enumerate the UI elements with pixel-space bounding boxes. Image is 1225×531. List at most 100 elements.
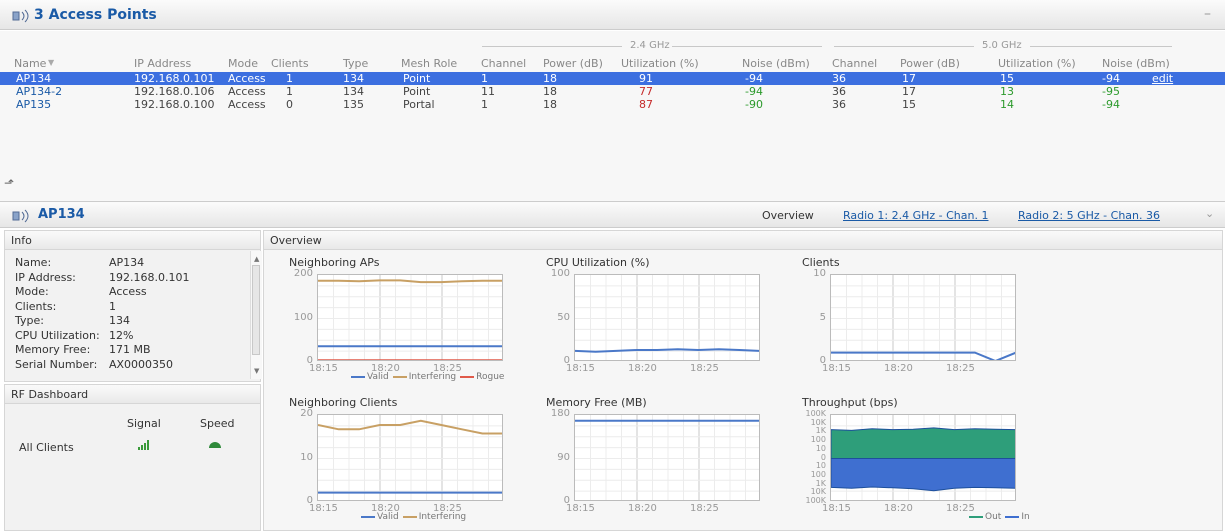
chart-plot	[574, 414, 760, 501]
y-tick-label: 100	[293, 311, 313, 323]
legend-label: Rogue	[476, 372, 505, 382]
tab-radio-1[interactable]: Radio 1: 2.4 GHz - Chan. 1	[843, 209, 989, 222]
chevron-down-icon[interactable]: ⌄	[1205, 207, 1214, 220]
tab-radio-2[interactable]: Radio 2: 5 GHz - Chan. 36	[1018, 209, 1160, 222]
cell-mode: Access	[228, 98, 266, 111]
chart-plot	[830, 414, 1016, 501]
cell-ch5: 36	[832, 72, 846, 85]
y-tick-label: 0	[820, 452, 826, 462]
info-row: IP Address: 192.168.0.101	[15, 271, 189, 284]
cell-ch24: 1	[481, 72, 488, 85]
info-key: Clients:	[15, 299, 57, 313]
cell-ip: 192.168.0.106	[134, 85, 215, 98]
cell-pw5: 15	[902, 98, 916, 111]
chart-1: CPU Utilization (%) 100 50 0 18:15 18:20 18:25	[546, 256, 760, 374]
tab-overview[interactable]: Overview	[762, 209, 814, 222]
column-header[interactable]: Channel	[832, 57, 877, 70]
ap-detail-header: AP134 Overview Radio 1: 2.4 GHz - Chan. …	[0, 201, 1225, 228]
column-header[interactable]: Noise (dBm)	[1102, 57, 1170, 70]
page-title: 3 Access Points	[34, 7, 157, 23]
column-header[interactable]: Clients	[271, 57, 309, 70]
cell-mode: Access	[228, 85, 266, 98]
table-row[interactable]: AP135 192.168.0.100 Access 0 135 Portal 1 18 87 -…	[0, 98, 1225, 111]
column-header[interactable]: Name	[14, 57, 46, 70]
cell-ut5: 13	[1000, 85, 1014, 98]
table-row[interactable]: AP134 192.168.0.101 Access 1 134 Point 1 18 91 -9…	[0, 72, 1225, 85]
chart-4: Memory Free (MB) 180 90 0 18:15 18:20 18:25	[546, 396, 760, 514]
y-tick-label: 10	[813, 268, 826, 279]
edit-link[interactable]: edit	[1152, 72, 1173, 85]
column-header[interactable]: Type	[343, 57, 368, 70]
info-row: Mode: Access	[15, 285, 147, 298]
chart-plot	[830, 274, 1016, 361]
column-header[interactable]: Noise (dBm)	[742, 57, 810, 70]
x-tick-label: 18:25	[690, 503, 719, 514]
x-tick-label: 18:20	[884, 503, 913, 514]
info-panel: Info Name: AP134 IP Address: 192.168.0.101 M…	[4, 230, 262, 382]
info-row: CPU Utilization: 12%	[15, 329, 133, 342]
cell-ut24: 77	[639, 85, 653, 98]
info-title: Info	[5, 231, 260, 250]
speed-gauge-icon	[209, 442, 221, 448]
column-header[interactable]: Utilization (%)	[998, 57, 1076, 70]
cell-pw5: 17	[902, 72, 916, 85]
cell-name[interactable]: AP134	[16, 72, 51, 85]
y-tick-label: 1K	[815, 478, 826, 488]
cell-ip: 192.168.0.101	[134, 72, 215, 85]
cell-ch24: 1	[481, 98, 488, 111]
info-value: 1	[109, 299, 116, 313]
access-point-icon	[12, 9, 29, 23]
group-24ghz-label: 2.4 GHz	[630, 40, 670, 51]
rf-title: RF Dashboard	[5, 385, 260, 404]
cell-ut5: 15	[1000, 72, 1014, 85]
y-tick-label: 50	[557, 311, 570, 323]
x-tick-label: 18:15	[309, 363, 338, 374]
signal-strength-icon	[138, 440, 149, 450]
column-header[interactable]: IP Address	[134, 57, 191, 70]
column-header[interactable]: Power (dB)	[900, 57, 960, 70]
y-tick-label: 200	[293, 268, 313, 279]
access-points-header: 3 Access Points –	[0, 0, 1225, 30]
legend-label: Interfering	[418, 512, 467, 522]
y-tick-label: 100	[550, 268, 570, 279]
access-point-icon	[12, 209, 29, 223]
cell-ch5: 36	[832, 85, 846, 98]
info-scrollbar[interactable]: ▲ ▼	[250, 251, 262, 379]
chart-plot	[317, 414, 503, 501]
cell-pw24: 18	[543, 85, 557, 98]
column-header[interactable]: Utilization (%)	[621, 57, 699, 70]
info-row: Memory Free: 171 MB	[15, 343, 151, 356]
cell-no24: -90	[745, 98, 763, 111]
x-tick-label: 18:20	[884, 363, 913, 374]
cell-clients: 1	[286, 85, 293, 98]
cell-ch24: 11	[481, 85, 495, 98]
info-key: Serial Number:	[15, 357, 98, 371]
column-header[interactable]: Mesh Role	[401, 57, 457, 70]
ap-title: AP134	[38, 207, 85, 222]
sort-desc-icon[interactable]: ▼	[48, 58, 54, 67]
collapse-icon[interactable]: –	[1204, 6, 1211, 22]
chart-legend: Out In	[965, 512, 1030, 522]
cell-ut24: 87	[639, 98, 653, 111]
info-value: 134	[109, 314, 130, 327]
legend-label: Valid	[377, 512, 399, 522]
overview-title: Overview	[264, 231, 1222, 250]
signal-header: Signal	[127, 417, 161, 430]
column-header[interactable]: Power (dB)	[543, 57, 603, 70]
cell-ut24: 91	[639, 72, 653, 85]
info-key: Mode:	[15, 285, 49, 298]
table-row[interactable]: AP134-2 192.168.0.106 Access 1 134 Point 11 18 7…	[0, 85, 1225, 98]
all-clients-label: All Clients	[19, 441, 74, 454]
cell-name[interactable]: AP135	[16, 98, 51, 111]
chart-0: Neighboring APs 200 100 0 18:15 18:20 18:25 Val…	[289, 256, 504, 382]
column-header[interactable]: Mode	[228, 57, 258, 70]
y-tick-label: 10K	[810, 487, 826, 497]
info-key: Memory Free:	[15, 343, 91, 356]
y-tick-label: 10	[300, 451, 313, 463]
cell-name[interactable]: AP134-2	[16, 85, 62, 98]
y-tick-label: 10K	[810, 417, 826, 427]
group-24ghz: 2.4 GHz	[482, 40, 822, 52]
column-header[interactable]: Channel	[481, 57, 526, 70]
cell-mesh: Portal	[403, 98, 435, 111]
chart-plot	[574, 274, 760, 361]
